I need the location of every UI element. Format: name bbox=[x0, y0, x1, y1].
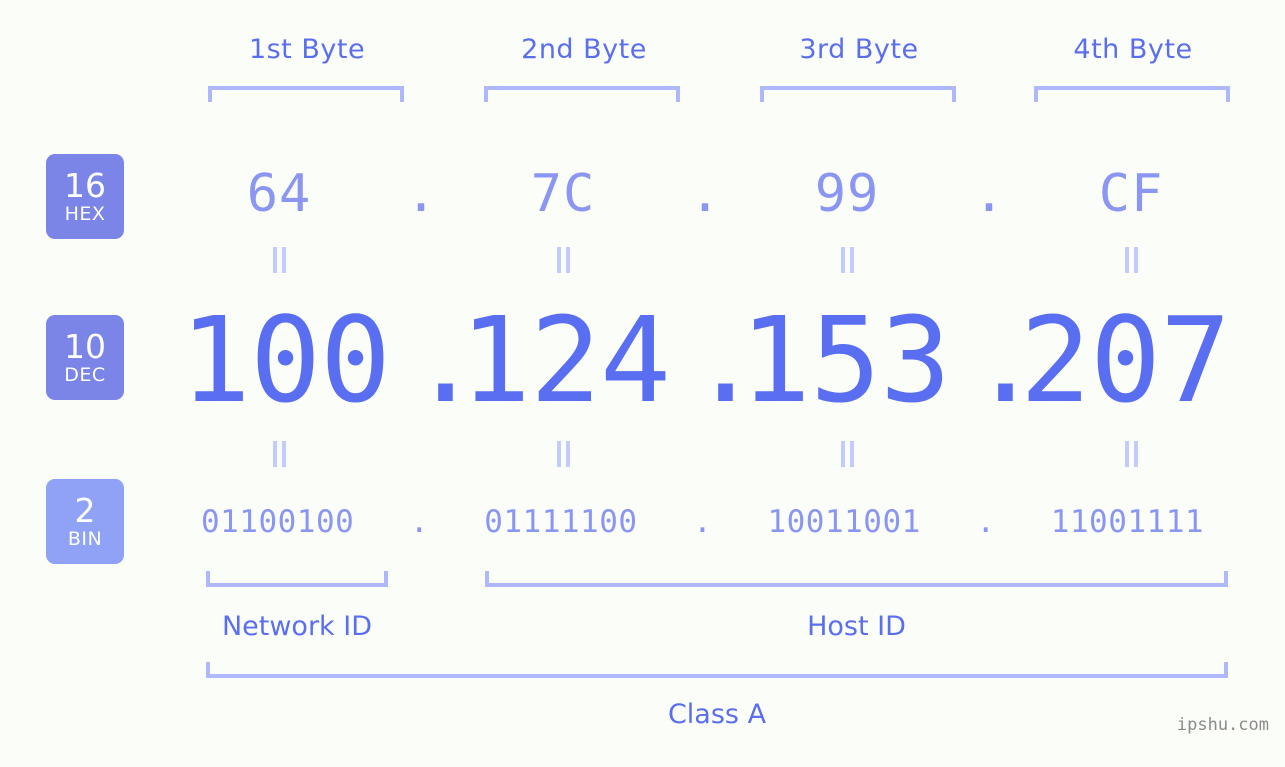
byte-header-2: 2nd Byte bbox=[521, 34, 647, 65]
base-badge-bin-number: 2 bbox=[74, 490, 96, 530]
bin-separator-1: . bbox=[409, 504, 429, 540]
hex-byte-2: 7C bbox=[530, 164, 596, 224]
class-bracket bbox=[206, 662, 1228, 678]
decimal-value-row: 100 . 124 . 153 . 207 bbox=[160, 296, 1250, 424]
bin-byte-2: 01111100 bbox=[484, 504, 638, 540]
byte-header-3: 3rd Byte bbox=[799, 34, 919, 65]
equals-icon-4 bbox=[1124, 247, 1138, 273]
byte-header-1: 1st Byte bbox=[248, 34, 366, 65]
byte-bracket-3 bbox=[760, 86, 956, 102]
bin-byte-4: 11001111 bbox=[1050, 504, 1205, 540]
base-badge-dec-number: 10 bbox=[64, 326, 106, 366]
byte-bracket-4 bbox=[1034, 86, 1230, 102]
hex-separator-2: . bbox=[689, 164, 721, 224]
dec-byte-3: 153 bbox=[739, 291, 951, 429]
byte-bracket-2 bbox=[484, 86, 680, 102]
bin-byte-1: 01100100 bbox=[200, 504, 355, 540]
bin-separator-2: . bbox=[693, 504, 712, 540]
hex-byte-4: CF bbox=[1098, 164, 1164, 224]
equals-icon-1 bbox=[272, 247, 286, 273]
equals-row-hex-dec bbox=[160, 247, 1250, 273]
base-badge-dec-label: DEC bbox=[64, 363, 106, 386]
dec-separator-3: . bbox=[970, 291, 1042, 429]
dec-separator-2: . bbox=[690, 291, 762, 429]
network-id-bracket bbox=[206, 571, 388, 587]
base-badge-hex-label: HEX bbox=[64, 202, 106, 225]
dec-byte-1: 100 bbox=[179, 291, 391, 429]
base-badge-hex-number: 16 bbox=[64, 165, 106, 205]
hex-byte-3: 99 bbox=[814, 164, 880, 224]
equals-icon-3 bbox=[840, 247, 854, 273]
hex-byte-1: 64 bbox=[246, 164, 312, 224]
hex-separator-3: . bbox=[973, 164, 1005, 224]
bin-separator-3: . bbox=[976, 504, 996, 540]
byte-bracket-1 bbox=[208, 86, 404, 102]
hex-separator-1: . bbox=[405, 164, 437, 224]
dec-byte-2: 124 bbox=[459, 291, 671, 429]
equals-icon-7 bbox=[840, 441, 854, 467]
binary-value-row: 01100100 . 01111100 . 10011001 . 1100111… bbox=[150, 492, 1255, 552]
network-id-label: Network ID bbox=[221, 611, 373, 642]
equals-icon-2 bbox=[556, 247, 570, 273]
equals-icon-5 bbox=[272, 441, 286, 467]
byte-header-4: 4th Byte bbox=[1073, 34, 1193, 65]
host-id-bracket bbox=[485, 571, 1228, 587]
equals-row-dec-bin bbox=[160, 441, 1250, 467]
base-badge-bin: 2 BIN bbox=[46, 479, 124, 564]
bin-byte-3: 10011001 bbox=[767, 504, 921, 540]
equals-icon-8 bbox=[1124, 441, 1138, 467]
ip-breakdown-diagram: 1st Byte 2nd Byte 3rd Byte 4th Byte 16 H… bbox=[0, 0, 1285, 767]
base-badge-dec: 10 DEC bbox=[46, 315, 124, 400]
site-watermark: ipshu.com bbox=[1176, 715, 1269, 735]
equals-icon-6 bbox=[556, 441, 570, 467]
base-badge-bin-label: BIN bbox=[67, 527, 103, 550]
base-badge-hex: 16 HEX bbox=[46, 154, 124, 239]
host-id-label: Host ID bbox=[807, 611, 906, 642]
class-label: Class A bbox=[667, 699, 767, 730]
hex-value-row: 64 . 7C . 99 . CF bbox=[160, 150, 1250, 238]
dec-byte-4: 207 bbox=[1019, 291, 1231, 429]
dec-separator-1: . bbox=[410, 291, 482, 429]
